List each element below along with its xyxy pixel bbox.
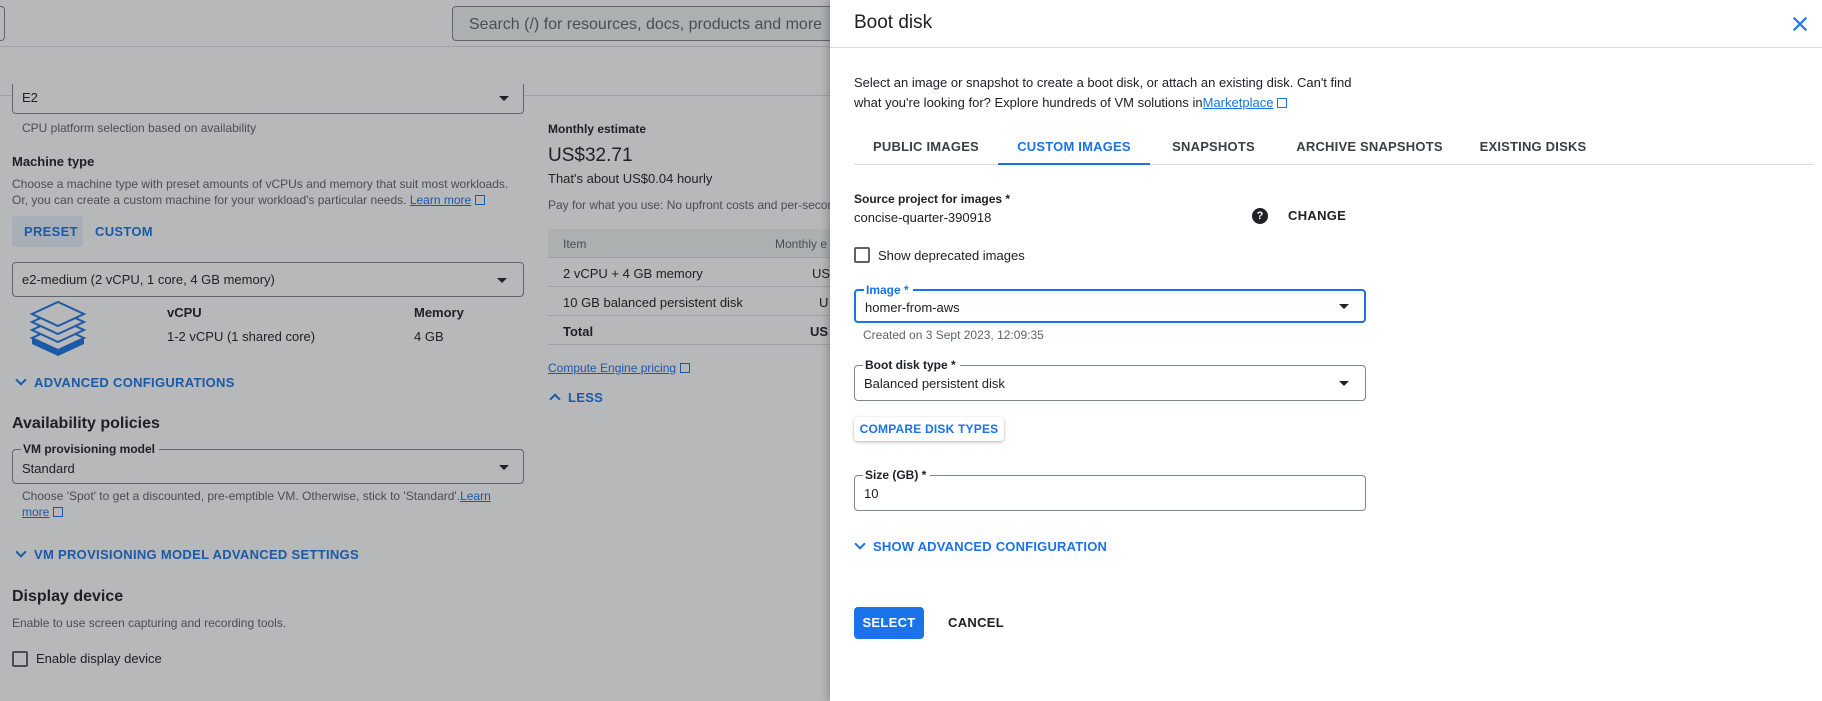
dropdown-arrow-icon <box>1339 304 1349 309</box>
panel-title: Boot disk <box>854 12 933 33</box>
marketplace-link[interactable]: Marketplace <box>1203 95 1274 110</box>
show-deprecated-checkbox[interactable] <box>854 247 870 263</box>
tab-custom-images[interactable]: CUSTOM IMAGES <box>998 128 1150 165</box>
tab-existing-disks[interactable]: EXISTING DISKS <box>1462 128 1604 165</box>
size-input[interactable]: Size (GB) * 10 <box>854 468 1366 511</box>
show-advanced-configuration-toggle[interactable]: SHOW ADVANCED CONFIGURATION <box>854 538 1108 554</box>
dropdown-arrow-icon <box>1339 381 1349 386</box>
boot-disk-type-select[interactable]: Boot disk type * Balanced persistent dis… <box>854 358 1366 401</box>
boot-disk-panel: Boot disk Select an image or snapshot to… <box>830 0 1822 701</box>
chevron-down-icon <box>854 538 866 550</box>
panel-header: Boot disk <box>830 0 1822 48</box>
source-project-value: concise-quarter-390918 <box>854 210 992 225</box>
image-label: Image * <box>864 283 913 297</box>
cancel-button[interactable]: CANCEL <box>948 615 1004 630</box>
image-source-tabs: PUBLIC IMAGES CUSTOM IMAGES SNAPSHOTS AR… <box>854 128 1814 165</box>
help-icon[interactable]: ? <box>1252 208 1268 224</box>
change-button[interactable]: CHANGE <box>1288 208 1346 223</box>
image-select[interactable]: Image * homer-from-aws <box>854 283 1366 323</box>
tab-archive-snapshots[interactable]: ARCHIVE SNAPSHOTS <box>1277 128 1462 165</box>
panel-description: Select an image or snapshot to create a … <box>854 73 1374 113</box>
compare-disk-types-button[interactable]: COMPARE DISK TYPES <box>854 417 1004 441</box>
panel-description-line-2-text: what you're looking for? Explore hundred… <box>854 95 1203 110</box>
size-label: Size (GB) * <box>863 468 931 482</box>
boot-disk-type-label: Boot disk type * <box>863 358 960 372</box>
tab-public-images[interactable]: PUBLIC IMAGES <box>854 128 998 165</box>
image-created-hint: Created on 3 Sept 2023, 12:09:35 <box>863 328 1044 342</box>
source-project-label: Source project for images * <box>854 192 1011 206</box>
panel-description-line-2: what you're looking for? Explore hundred… <box>854 93 1374 113</box>
panel-description-line-1: Select an image or snapshot to create a … <box>854 75 1352 90</box>
show-advanced-configuration-label: SHOW ADVANCED CONFIGURATION <box>873 539 1108 554</box>
close-icon[interactable] <box>1788 12 1812 36</box>
image-value: homer-from-aws <box>865 300 960 315</box>
select-button[interactable]: SELECT <box>854 607 924 639</box>
boot-disk-type-value: Balanced persistent disk <box>864 376 1005 391</box>
show-deprecated-label: Show deprecated images <box>878 248 1025 263</box>
tab-snapshots[interactable]: SNAPSHOTS <box>1150 128 1277 165</box>
size-value[interactable]: 10 <box>864 486 878 501</box>
external-link-icon <box>1277 98 1288 108</box>
